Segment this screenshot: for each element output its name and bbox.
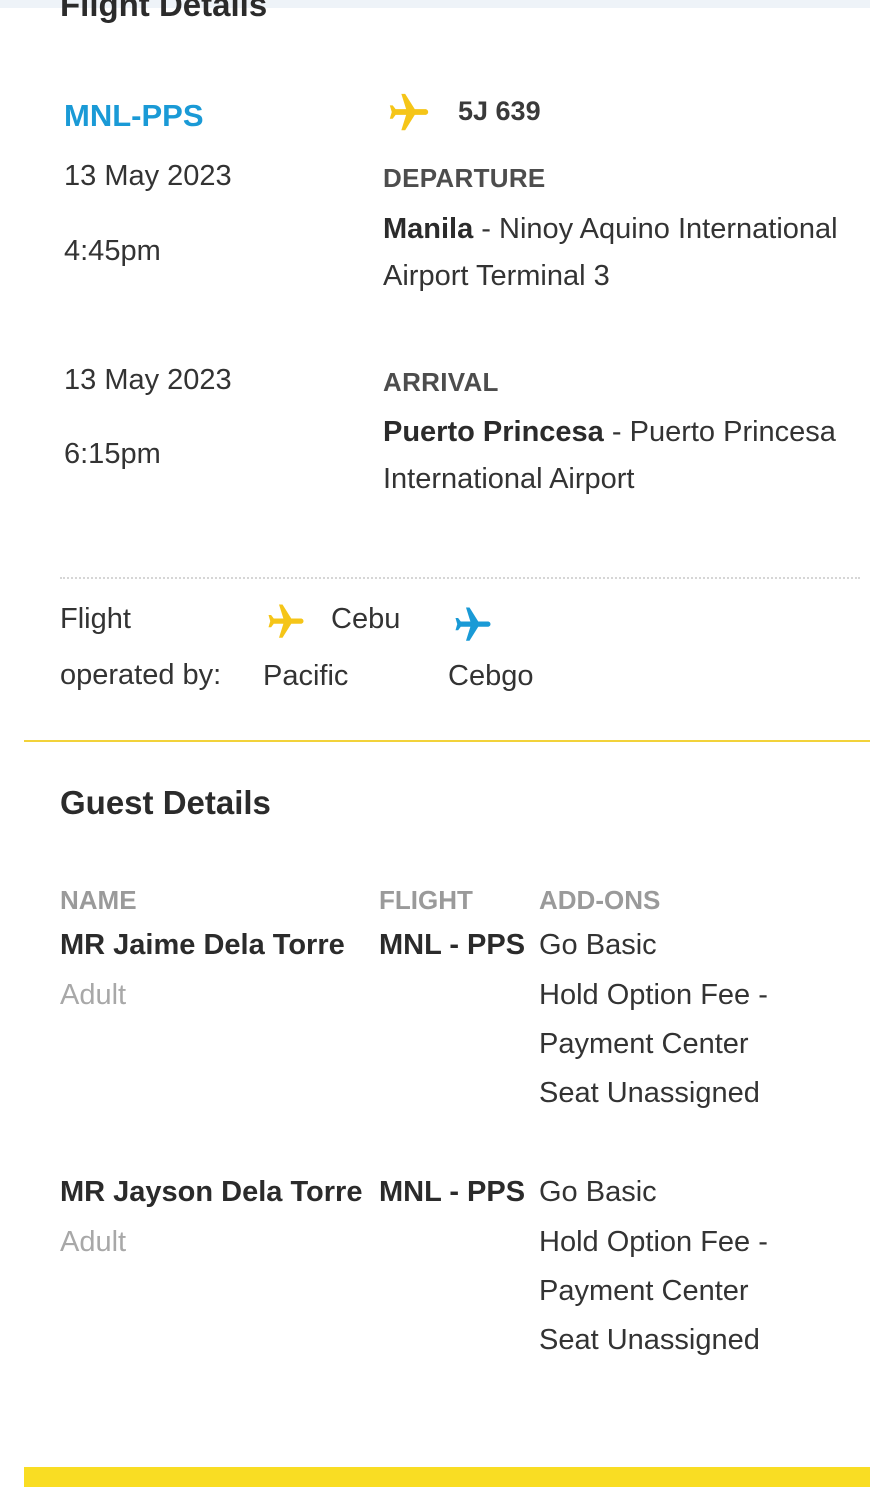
carrier-cebu-pacific-line1: Cebu xyxy=(331,603,401,635)
departure-city: Manila xyxy=(383,213,474,245)
bottom-action-bar[interactable] xyxy=(24,1467,870,1487)
carrier-cebu-pacific-line2: Pacific xyxy=(263,660,349,692)
guest-flight: MNL - PPS xyxy=(379,929,526,961)
route-code: MNL-PPS xyxy=(64,98,204,133)
arrival-city: Puerto Princesa xyxy=(383,416,604,448)
addon-item: Hold Option Fee - xyxy=(539,979,768,1011)
column-header-addons: ADD-ONS xyxy=(539,885,661,915)
addon-item: Seat Unassigned xyxy=(539,1077,760,1109)
arrival-airport: Puerto Princesa - Puerto Princesa Intern… xyxy=(383,409,863,503)
guest-flight: MNL - PPS xyxy=(379,1176,526,1208)
column-header-flight: FLIGHT xyxy=(379,885,473,915)
departure-date: 13 May 2023 xyxy=(64,160,232,192)
addon-item: Go Basic xyxy=(539,1176,657,1208)
section-title-guest-details: Guest Details xyxy=(60,784,271,821)
arrival-label: ARRIVAL xyxy=(383,367,499,397)
section-title-flight-details: Flight Details xyxy=(60,0,268,23)
dotted-divider xyxy=(60,577,860,579)
arrival-separator: - xyxy=(603,416,630,448)
section-divider xyxy=(24,740,870,742)
departure-separator: - xyxy=(473,213,500,245)
addon-item: Seat Unassigned xyxy=(539,1324,760,1356)
guest-type: Adult xyxy=(60,1226,127,1258)
column-header-name: NAME xyxy=(60,885,137,915)
operated-by-label-line1: Flight xyxy=(60,603,131,635)
arrival-date: 13 May 2023 xyxy=(64,364,232,396)
guest-name: MR Jaime Dela Torre xyxy=(60,929,345,961)
addon-item: Payment Center xyxy=(539,1275,749,1307)
flight-number: 5J 639 xyxy=(458,96,541,126)
guest-type: Adult xyxy=(60,979,127,1011)
addon-item: Go Basic xyxy=(539,929,657,961)
operated-by-label-line2: operated by: xyxy=(60,659,222,691)
guest-name: MR Jayson Dela Torre xyxy=(60,1176,363,1208)
addon-item: Hold Option Fee - xyxy=(539,1226,768,1258)
plane-icon xyxy=(268,604,304,638)
departure-time: 4:45pm xyxy=(64,235,161,267)
departure-airport: Manila - Ninoy Aquino International Airp… xyxy=(383,206,863,300)
addon-item: Payment Center xyxy=(539,1028,749,1060)
plane-icon xyxy=(389,93,429,131)
departure-label: DEPARTURE xyxy=(383,163,546,193)
plane-icon xyxy=(455,607,491,641)
carrier-cebgo: Cebgo xyxy=(448,660,534,692)
arrival-time: 6:15pm xyxy=(64,438,161,470)
